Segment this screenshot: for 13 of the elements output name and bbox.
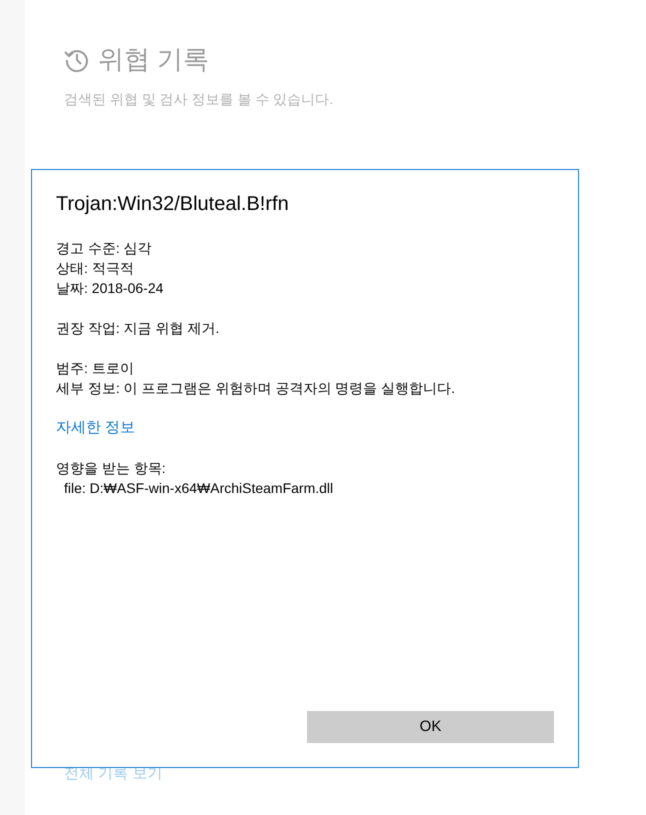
detail-line: 범주: 트로이 [56,359,135,378]
affected-label: 영향을 받는 항목: [56,459,167,478]
more-info-link[interactable]: 자세한 정보 [56,418,136,438]
detail-line: 상태: 적극적 [56,259,135,278]
detail-line: 날짜: 2018-06-24 [56,279,164,298]
ok-button[interactable]: OK [307,711,554,743]
detail-line: 세부 정보: 이 프로그램은 위험하며 공격자의 명령을 실행합니다. [56,379,456,398]
detail-line: 경고 수준: 심각 [56,239,153,258]
page-subtitle: 검색된 위협 및 검사 정보를 볼 수 있습니다. [64,90,334,109]
page-title: 위협 기록 [98,43,210,76]
detail-line: 권장 작업: 지금 위협 제거. [56,319,220,338]
affected-file: file: D:₩ASF-win-x64₩ArchiSteamFarm.dll [63,479,334,498]
dialog-title: Trojan:Win32/Bluteal.B!rfn [56,192,290,217]
